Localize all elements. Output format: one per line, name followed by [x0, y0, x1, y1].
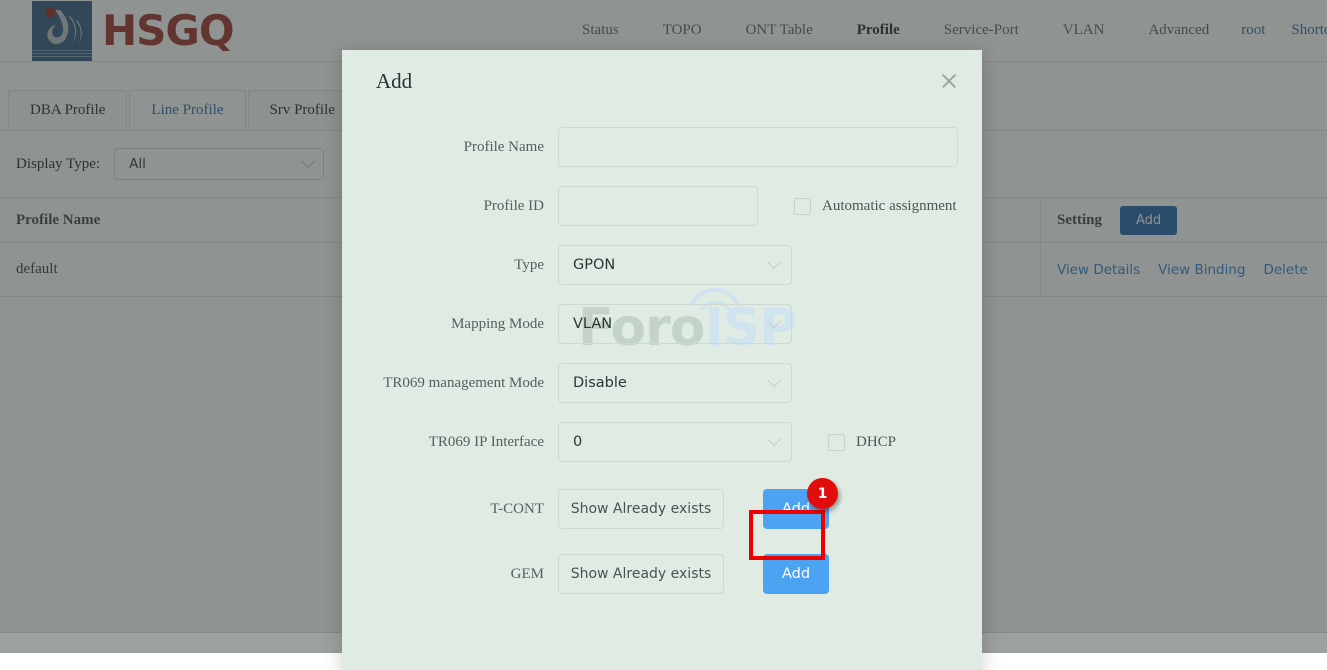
profile-id-label: Profile ID [483, 197, 544, 214]
profile-name-input[interactable] [558, 127, 958, 167]
tr069-ip-interface-label: TR069 IP Interface [428, 433, 544, 450]
step-badge-1: 1 [807, 478, 838, 509]
profile-id-input[interactable] [558, 186, 758, 226]
mapping-mode-label: Mapping Mode [451, 315, 544, 332]
gem-show-existing-button[interactable]: Show Already exists [558, 554, 724, 594]
tcont-label: T-CONT [490, 500, 544, 517]
chevron-down-icon [766, 373, 782, 388]
tr069-management-mode-value: Disable [573, 375, 627, 391]
field-row-tcont: T-CONT Show Already exists Add [342, 488, 982, 530]
field-row-mapping-mode: Mapping Mode VLAN [342, 303, 982, 345]
checkbox-box-icon [794, 197, 811, 215]
type-value: GPON [573, 257, 616, 273]
field-row-tr069-ip-interface: TR069 IP Interface 0 DHCP [342, 421, 982, 463]
mapping-mode-value: VLAN [573, 316, 613, 332]
field-row-profile-name: Profile Name [342, 126, 982, 168]
field-row-gem: GEM Show Already exists Add [342, 553, 982, 595]
tcont-show-existing-button[interactable]: Show Already exists [558, 489, 724, 529]
dialog-body: Profile Name Profile ID Automatic assign… [342, 112, 982, 595]
chevron-down-icon [766, 432, 782, 447]
chevron-down-icon [766, 314, 782, 329]
field-row-profile-id: Profile ID Automatic assignment [342, 185, 982, 227]
automatic-assignment-label: Automatic assignment [822, 197, 957, 214]
checkbox-box-icon [828, 433, 845, 451]
field-row-tr069-management-mode: TR069 management Mode Disable [342, 362, 982, 404]
dhcp-checkbox[interactable]: DHCP [828, 433, 897, 451]
type-label: Type [514, 256, 544, 273]
add-line-profile-dialog: ForoISP Add Profile Name Profile ID Auto… [342, 50, 982, 670]
tr069-ip-interface-select[interactable]: 0 [558, 422, 792, 462]
tr069-management-mode-select[interactable]: Disable [558, 363, 792, 403]
chevron-down-icon [766, 255, 782, 270]
close-icon[interactable] [938, 70, 960, 92]
field-row-type: Type GPON [342, 244, 982, 286]
tr069-management-mode-label: TR069 management Mode [383, 374, 544, 391]
dhcp-label: DHCP [856, 433, 897, 450]
automatic-assignment-checkbox[interactable]: Automatic assignment [794, 197, 957, 215]
gem-label: GEM [510, 565, 544, 582]
tr069-ip-interface-value: 0 [573, 434, 583, 450]
type-select[interactable]: GPON [558, 245, 792, 285]
dialog-header: Add [342, 50, 982, 112]
mapping-mode-select[interactable]: VLAN [558, 304, 792, 344]
dialog-title: Add [376, 68, 413, 93]
gem-add-button[interactable]: Add [763, 554, 829, 594]
profile-name-label: Profile Name [463, 138, 544, 155]
